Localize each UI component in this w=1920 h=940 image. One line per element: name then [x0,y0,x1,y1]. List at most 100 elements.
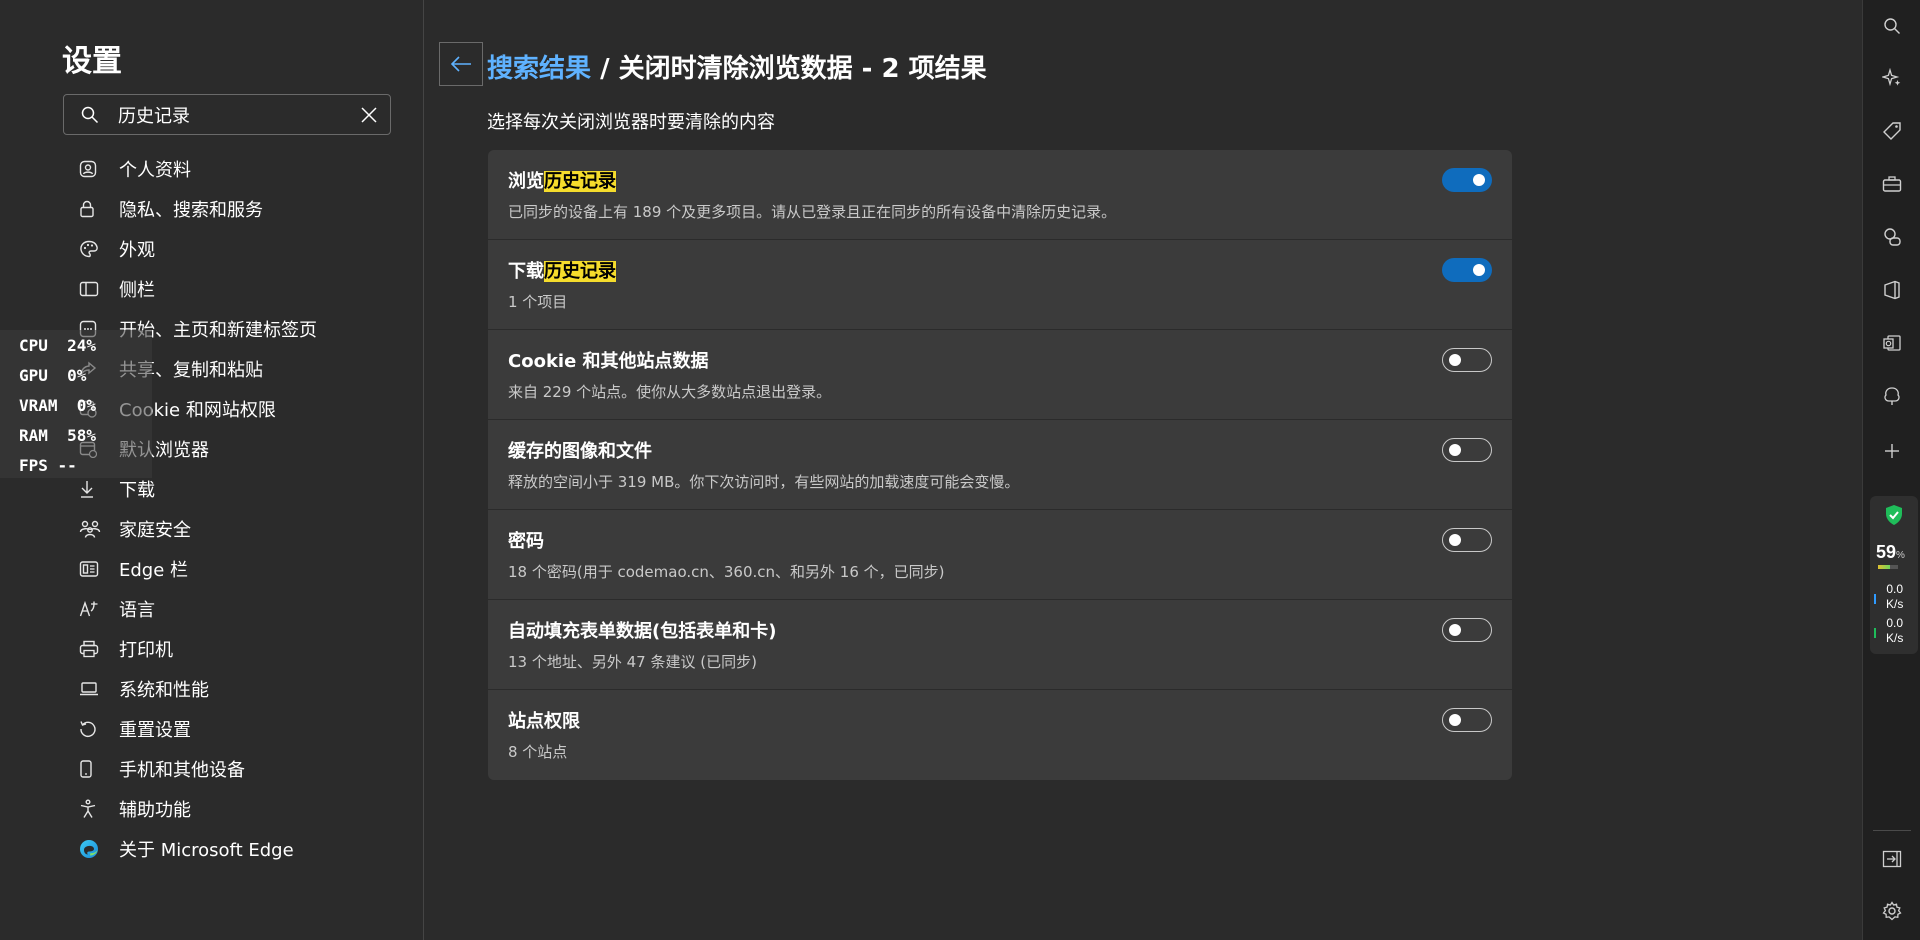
option-toggle[interactable] [1442,528,1492,552]
search-highlight: 历史记录 [544,171,616,192]
clear-data-options-card: 浏览历史记录已同步的设备上有 189 个及更多项目。请从已登录且正在同步的所有设… [488,150,1512,780]
option-title: 缓存的图像和文件 [508,437,652,463]
clear-option-row: 下载历史记录 1 个项目 [488,240,1512,330]
option-title-text: Cookie 和其他站点数据 [508,351,709,372]
toggle-knob [1449,624,1461,636]
option-description: 已同步的设备上有 189 个及更多项目。请从已登录且正在同步的所有设备中清除历史… [508,203,1117,221]
toggle-knob [1449,534,1461,546]
sidebar-item[interactable]: 关于 Microsoft Edge [63,829,317,869]
settings-title: 设置 [62,44,122,79]
option-title: 密码 [508,527,544,553]
download-speed: 0.0 K/s [1886,616,1904,645]
option-description: 1 个项目 [508,293,568,311]
memory-level-fill [1878,565,1890,569]
toolbox-icon[interactable] [1877,169,1907,199]
games-icon[interactable] [1877,222,1907,252]
palette-icon [79,239,107,259]
option-title: 下载历史记录 [508,257,616,283]
memory-level-bar [1878,565,1898,569]
sidebar-item-label: 重置设置 [119,720,191,741]
outlook-icon[interactable] [1877,328,1907,358]
clear-option-row: 缓存的图像和文件释放的空间小于 319 MB。你下次访问时，有些网站的加载速度可… [488,420,1512,510]
toggle-knob [1449,354,1461,366]
plus-icon[interactable] [1877,436,1907,466]
cpu-readout: CPU 24% [19,336,97,355]
tag-icon[interactable] [1877,116,1907,146]
laptop-icon [79,679,107,699]
sidebar-item-label: 个人资料 [119,160,191,181]
option-toggle[interactable] [1442,618,1492,642]
memory-percent: 59% [1876,542,1905,562]
option-description: 13 个地址、另外 47 条建议 (已同步) [508,653,757,671]
sidebar-item[interactable]: 个人资料 [63,149,317,189]
printer-icon [79,639,107,659]
option-description: 8 个站点 [508,743,568,761]
option-toggle[interactable] [1442,348,1492,372]
option-title-text: 站点权限 [508,711,580,732]
arrow-left-icon [450,56,472,72]
lock-icon [79,199,107,219]
sidebar-item[interactable]: 打印机 [63,629,317,669]
option-title: 站点权限 [508,707,580,733]
sidebar-item[interactable]: 语言 [63,589,317,629]
option-toggle[interactable] [1442,708,1492,732]
back-button[interactable] [439,42,483,86]
sidebar-item[interactable]: 系统和性能 [63,669,317,709]
sidebar-item-label: 打印机 [119,640,173,661]
toggle-knob [1473,264,1485,276]
system-monitor-widget[interactable]: 59% 0.0 K/s 0.0 K/s [1870,496,1918,654]
sidebar-item-label: 手机和其他设备 [119,760,245,781]
option-description: 释放的空间小于 319 MB。你下次访问时，有些网站的加载速度可能会变慢。 [508,473,1020,491]
search-icon [81,106,99,124]
sidebar-item[interactable]: 侧栏 [63,269,317,309]
sidebar-item-label: 侧栏 [119,280,155,301]
option-toggle[interactable] [1442,168,1492,192]
sidebar-item[interactable]: 家庭安全 [63,509,317,549]
option-toggle[interactable] [1442,258,1492,282]
clear-option-row: 自动填充表单数据(包括表单和卡) 13 个地址、另外 47 条建议 (已同步) [488,600,1512,690]
hide-sidebar-icon[interactable] [1877,844,1907,874]
sidebar-item[interactable]: 手机和其他设备 [63,749,317,789]
option-title-prefix: 下载 [508,261,544,282]
settings-search-box[interactable] [63,94,391,135]
sidebar-item[interactable]: 重置设置 [63,709,317,749]
sidebar-item[interactable]: Edge 栏 [63,549,317,589]
sidebar-item-label: 外观 [119,240,155,261]
performance-overlay: CPU 24% GPU 0% VRAM 0% RAM 58% FPS -- [0,330,152,478]
sidebar-item-label: 辅助功能 [119,800,191,821]
edge-logo-icon [79,839,107,859]
edge-sidebar-toolbar: 59% 0.0 K/s 0.0 K/s [1862,0,1920,940]
accessibility-icon [79,799,107,819]
toggle-knob [1449,444,1461,456]
option-title-text: 密码 [508,531,544,552]
option-title: 浏览历史记录 [508,167,616,193]
sidebar-item[interactable]: 隐私、搜索和服务 [63,189,317,229]
shield-check-icon [1884,504,1904,526]
sidebar-item-label: 家庭安全 [119,520,191,541]
profile-icon [79,159,107,179]
download-arrow-icon [1873,628,1877,638]
search-icon[interactable] [1877,11,1907,41]
breadcrumb-search-results-link[interactable]: 搜索结果 [487,54,591,84]
option-title-text: 自动填充表单数据(包括表单和卡) [508,621,777,642]
sidebar-item[interactable]: 外观 [63,229,317,269]
option-description: 来自 229 个站点。使你从大多数站点退出登录。 [508,383,832,401]
toggle-knob [1473,174,1485,186]
settings-search-input[interactable] [118,103,338,127]
close-icon[interactable] [360,106,378,124]
tree-icon[interactable] [1877,381,1907,411]
breadcrumb-current: / 关闭时清除浏览数据 - 2 项结果 [591,54,987,84]
copilot-sparkle-icon[interactable] [1877,63,1907,93]
fps-readout: FPS -- [19,456,77,475]
gear-icon[interactable] [1877,896,1907,926]
sidebar-item-label: 下载 [119,480,155,501]
option-toggle[interactable] [1442,438,1492,462]
vram-readout: VRAM 0% [19,396,97,415]
option-description: 18 个密码(用于 codemao.cn、360.cn、和另外 16 个，已同步… [508,563,945,581]
sidebar-item[interactable]: 辅助功能 [63,789,317,829]
clear-option-row: Cookie 和其他站点数据来自 229 个站点。使你从大多数站点退出登录。 [488,330,1512,420]
reset-icon [79,719,107,739]
section-subtitle: 选择每次关闭浏览器时要清除的内容 [487,112,775,133]
breadcrumb: 搜索结果 / 关闭时清除浏览数据 - 2 项结果 [487,48,987,85]
office-icon[interactable] [1877,275,1907,305]
